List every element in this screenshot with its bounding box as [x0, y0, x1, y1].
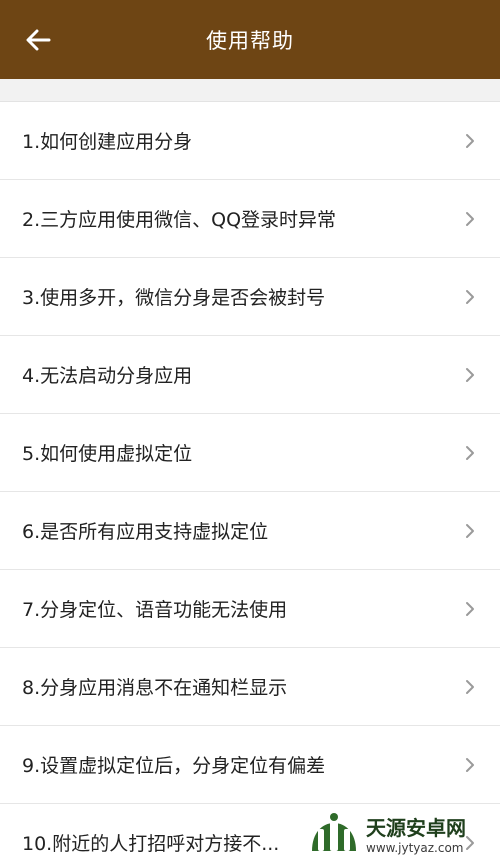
help-item-label: 5.如何使用虚拟定位 — [22, 443, 193, 465]
help-item[interactable]: 3.使用多开，微信分身是否会被封号 — [0, 258, 500, 336]
help-list: 1.如何创建应用分身 2.三方应用使用微信、QQ登录时异常 3.使用多开，微信分… — [0, 101, 500, 863]
chevron-right-icon — [466, 601, 474, 616]
chevron-right-icon — [466, 133, 474, 148]
chevron-right-icon — [466, 367, 474, 382]
help-item-label: 7.分身定位、语音功能无法使用 — [22, 599, 288, 621]
help-item[interactable]: 2.三方应用使用微信、QQ登录时异常 — [0, 180, 500, 258]
chevron-right-icon — [466, 757, 474, 772]
help-item[interactable]: 8.分身应用消息不在通知栏显示 — [0, 648, 500, 726]
help-item-label: 2.三方应用使用微信、QQ登录时异常 — [22, 209, 337, 231]
chevron-right-icon — [466, 679, 474, 694]
help-item-label: 9.设置虚拟定位后，分身定位有偏差 — [22, 755, 326, 777]
help-item[interactable]: 9.设置虚拟定位后，分身定位有偏差 — [0, 726, 500, 804]
watermark-name: 天源安卓网 — [366, 815, 466, 840]
help-item[interactable]: 1.如何创建应用分身 — [0, 102, 500, 180]
help-item[interactable]: 4.无法启动分身应用 — [0, 336, 500, 414]
help-item[interactable]: 5.如何使用虚拟定位 — [0, 414, 500, 492]
back-button[interactable] — [18, 20, 58, 60]
watermark-url: www.jytyaz.com — [366, 840, 464, 855]
help-item[interactable]: 7.分身定位、语音功能无法使用 — [0, 570, 500, 648]
help-screen: 使用帮助 1.如何创建应用分身 2.三方应用使用微信、QQ登录时异常 3.使用多… — [0, 0, 500, 863]
help-item-label: 10.附近的人打招呼对方接不... — [22, 833, 280, 855]
android-logo-icon — [312, 812, 356, 851]
page-title: 使用帮助 — [206, 28, 294, 53]
app-header: 使用帮助 — [0, 0, 500, 79]
chevron-right-icon — [466, 211, 474, 226]
chevron-right-icon — [466, 523, 474, 538]
help-item-label: 8.分身应用消息不在通知栏显示 — [22, 677, 288, 699]
arrow-left-icon — [26, 29, 51, 51]
watermark: 天源安卓网 www.jytyaz.com — [306, 806, 500, 863]
help-item-label: 3.使用多开，微信分身是否会被封号 — [22, 287, 326, 309]
help-item[interactable]: 6.是否所有应用支持虚拟定位 — [0, 492, 500, 570]
chevron-right-icon — [466, 289, 474, 304]
help-item-label: 6.是否所有应用支持虚拟定位 — [22, 521, 269, 543]
help-item-label: 1.如何创建应用分身 — [22, 131, 193, 153]
chevron-right-icon — [466, 445, 474, 460]
help-item-label: 4.无法启动分身应用 — [22, 365, 193, 387]
